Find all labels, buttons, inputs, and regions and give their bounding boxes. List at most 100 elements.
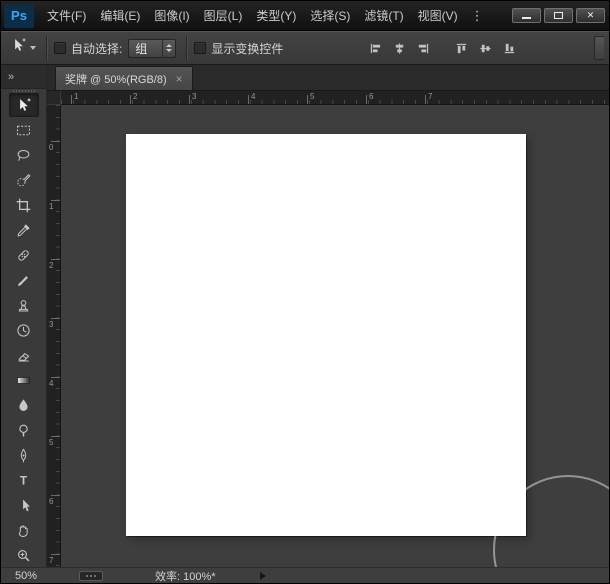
- move-tool[interactable]: [9, 93, 39, 117]
- ruler-number: 0: [49, 143, 53, 152]
- ruler-tick: [51, 259, 60, 260]
- active-tool-preset[interactable]: [6, 37, 40, 59]
- align-right-edges-icon[interactable]: [417, 41, 431, 55]
- chevron-down-icon: [30, 46, 36, 50]
- close-button[interactable]: ✕: [576, 8, 605, 23]
- menubar: 文件(F)编辑(E)图像(I)图层(L)类型(Y)选择(S)滤镜(T)视图(V): [40, 1, 465, 30]
- align-bottom-edges-icon[interactable]: [503, 41, 517, 55]
- ruler-tick: [51, 436, 60, 437]
- align-tools-group: [369, 41, 517, 55]
- auto-select-value: 组: [129, 40, 162, 57]
- ruler-number: 3: [49, 320, 53, 329]
- align-horizontal-centers-icon[interactable]: [393, 41, 407, 55]
- menu-filter[interactable]: 滤镜(T): [357, 1, 410, 30]
- blur-tool[interactable]: [9, 393, 39, 417]
- status-menu-arrow-icon[interactable]: [260, 572, 266, 580]
- ruler-tick: [307, 95, 308, 104]
- menu-select[interactable]: 选择(S): [303, 1, 357, 30]
- ruler-tick: [51, 200, 60, 201]
- workspace: » T 奖牌 @ 50%(RGB/8) × 1 2 3 4 5 6 7 0 1 2 3 4 5 6 7: [1, 65, 609, 567]
- ruler-number: 7: [49, 556, 53, 565]
- align-top-edges-icon[interactable]: [455, 41, 469, 55]
- minimize-button[interactable]: [512, 8, 541, 23]
- auto-select-dropdown[interactable]: 组: [128, 39, 176, 58]
- crop-tool[interactable]: [9, 193, 39, 217]
- menu-view[interactable]: 视图(V): [411, 1, 465, 30]
- maximize-icon: [554, 12, 563, 19]
- zoom-level-field[interactable]: 50%: [1, 570, 79, 582]
- move-tool-icon: [10, 37, 27, 59]
- document-canvas[interactable]: [126, 134, 526, 536]
- toolbar-collapse-button[interactable]: »: [1, 65, 46, 89]
- brush-tool[interactable]: [9, 268, 39, 292]
- auto-select-label: 自动选择:: [71, 40, 122, 57]
- menu-image[interactable]: 图像(I): [147, 1, 196, 30]
- ruler-number: 2: [49, 261, 53, 270]
- ruler-corner: [47, 91, 61, 105]
- clone-stamp-tool[interactable]: [9, 293, 39, 317]
- svg-text:T: T: [20, 473, 28, 487]
- vertical-ruler[interactable]: 0 1 2 3 4 5 6 7: [47, 105, 61, 567]
- ruler-tick: [425, 95, 426, 104]
- separator: [46, 36, 48, 60]
- menu-file[interactable]: 文件(F): [40, 1, 93, 30]
- document-tab-bar: 奖牌 @ 50%(RGB/8) ×: [47, 65, 609, 91]
- ruler-number: 2: [133, 92, 137, 101]
- tool-options-bar: 自动选择: 组 显示变换控件: [1, 31, 609, 65]
- type-tool[interactable]: T: [9, 468, 39, 492]
- ruler-tick: [51, 495, 60, 496]
- menu-layer[interactable]: 图层(L): [197, 1, 250, 30]
- ruler-number: 5: [49, 438, 53, 447]
- document-tab[interactable]: 奖牌 @ 50%(RGB/8) ×: [55, 66, 193, 90]
- ruler-tick: [51, 554, 60, 555]
- panel-dock-toggle[interactable]: [594, 36, 604, 60]
- ruler-tick: [189, 95, 190, 104]
- ruler-tick: [366, 95, 367, 104]
- auto-select-checkbox[interactable]: [54, 42, 66, 54]
- menu-overflow-icon[interactable]: ⋮: [465, 8, 490, 24]
- tab-close-icon[interactable]: ×: [176, 73, 183, 85]
- document-tab-title: 奖牌 @ 50%(RGB/8): [65, 71, 167, 87]
- dodge-tool[interactable]: [9, 418, 39, 442]
- separator: [186, 36, 188, 60]
- align-vertical-centers-icon[interactable]: [479, 41, 493, 55]
- ruler-tick: [248, 95, 249, 104]
- canvas-area[interactable]: 1 2 3 4 5 6 7 0 1 2 3 4 5 6 7: [47, 91, 609, 567]
- status-info-text: 效率: 100%*: [155, 568, 216, 584]
- titlebar: Ps 文件(F)编辑(E)图像(I)图层(L)类型(Y)选择(S)滤镜(T)视图…: [1, 1, 609, 31]
- zoom-tool[interactable]: [9, 543, 39, 567]
- gradient-tool[interactable]: [9, 368, 39, 392]
- eraser-tool[interactable]: [9, 343, 39, 367]
- ruler-number: 1: [49, 202, 53, 211]
- ruler-number: 1: [74, 92, 78, 101]
- ruler-number: 6: [49, 497, 53, 506]
- ruler-number: 7: [428, 92, 432, 101]
- horizontal-ruler[interactable]: 1234567: [61, 91, 609, 105]
- align-left-edges-icon[interactable]: [369, 41, 383, 55]
- ruler-tick: [130, 95, 131, 104]
- ruler-number: 4: [251, 92, 255, 101]
- ruler-tick: [51, 318, 60, 319]
- pen-tool[interactable]: [9, 443, 39, 467]
- lasso-tool[interactable]: [9, 143, 39, 167]
- spot-healing-brush-tool[interactable]: [9, 243, 39, 267]
- ruler-number: 6: [369, 92, 373, 101]
- photoshop-logo: Ps: [4, 4, 34, 28]
- toolbar: T: [1, 92, 46, 567]
- quick-selection-tool[interactable]: [9, 168, 39, 192]
- document-area: 奖牌 @ 50%(RGB/8) × 1 2 3 4 5 6 7 0 1 2 3 4 5 6 7: [47, 65, 609, 567]
- maximize-button[interactable]: [544, 8, 573, 23]
- show-transform-label: 显示变换控件: [211, 40, 283, 57]
- ruler-tick: [51, 377, 60, 378]
- path-selection-tool[interactable]: [9, 493, 39, 517]
- menu-edit[interactable]: 编辑(E): [93, 1, 147, 30]
- spinner-arrows-icon: [162, 40, 175, 57]
- ruler-number: 4: [49, 379, 53, 388]
- menu-type[interactable]: 类型(Y): [249, 1, 303, 30]
- status-preview-icon: [79, 571, 103, 581]
- history-brush-tool[interactable]: [9, 318, 39, 342]
- hand-tool[interactable]: [9, 518, 39, 542]
- eyedropper-tool[interactable]: [9, 218, 39, 242]
- show-transform-checkbox[interactable]: [194, 42, 206, 54]
- rectangular-marquee-tool[interactable]: [9, 118, 39, 142]
